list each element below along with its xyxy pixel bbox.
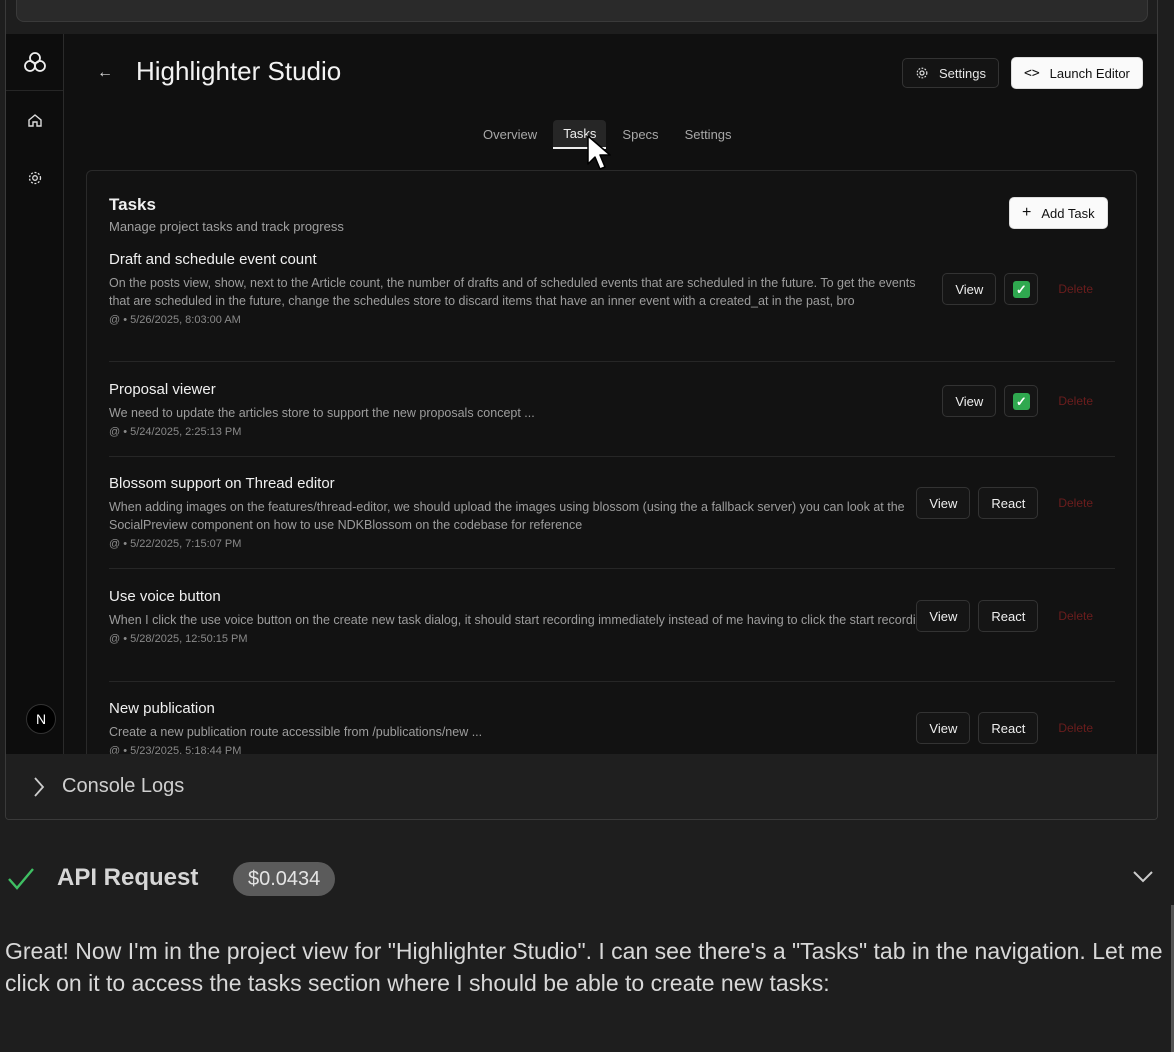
task-description: Create a new publication route accessibl… (109, 725, 483, 739)
task-meta: @ • 5/28/2025, 12:50:15 PM (109, 633, 248, 645)
add-task-button[interactable]: + Add Task (1009, 197, 1108, 229)
task-actions: View React Delete (916, 712, 1105, 744)
task-description: On the posts view, show, next to the Art… (109, 276, 916, 308)
tasks-card: Tasks Manage project tasks and track pro… (86, 170, 1137, 754)
rail-divider (6, 90, 63, 91)
task-item: Draft and schedule event count On the po… (109, 251, 1115, 326)
url-bar-strip (16, 0, 1148, 22)
task-item: New publication Create a new publication… (109, 700, 1115, 754)
task-description: We need to update the articles store to … (109, 406, 535, 420)
task-meta: @ • 5/22/2025, 7:15:07 PM (109, 538, 242, 550)
task-actions: View ✓ Delete (942, 385, 1105, 417)
react-button[interactable]: React (978, 712, 1039, 744)
code-icon: <> (1024, 65, 1040, 81)
checkmark-icon: ✓ (1012, 280, 1030, 298)
react-button[interactable]: React (978, 487, 1039, 519)
task-meta: @ • 5/24/2025, 2:25:13 PM (109, 426, 242, 438)
task-description: When I click the use voice button on the… (109, 613, 934, 627)
browser-screenshot-panel: N ← Highlighter Studio Settings <> Launc… (5, 0, 1158, 820)
page-title: Highlighter Studio (136, 56, 342, 86)
task-actions: View React Delete (916, 600, 1105, 632)
back-arrow-icon[interactable]: ← (97, 64, 113, 82)
user-avatar[interactable]: N (26, 704, 56, 734)
gear-icon[interactable] (27, 170, 43, 186)
view-button[interactable]: View (916, 600, 971, 632)
console-logs-label: Console Logs (62, 775, 185, 797)
view-button[interactable]: View (942, 385, 997, 417)
task-title: Draft and schedule event count (109, 251, 317, 268)
task-actions: View React Delete (916, 487, 1105, 519)
cost-badge: $0.0434 (233, 862, 336, 896)
plus-icon: + (1022, 204, 1032, 221)
view-button[interactable]: View (942, 273, 997, 305)
task-actions: View ✓ Delete (942, 273, 1105, 305)
console-logs-toggle[interactable]: Console Logs (6, 754, 1157, 819)
done-status-button[interactable]: ✓ (1004, 385, 1039, 417)
task-divider (109, 681, 1115, 682)
task-meta: @ • 5/23/2025, 5:18:44 PM (109, 745, 242, 754)
task-item: Use voice button When I click the use vo… (109, 588, 1115, 645)
delete-button[interactable]: Delete (1046, 496, 1105, 510)
delete-button[interactable]: Delete (1046, 282, 1105, 296)
check-icon (8, 868, 34, 890)
task-divider (109, 568, 1115, 569)
tab-settings[interactable]: Settings (675, 121, 742, 148)
app-screenshot: N ← Highlighter Studio Settings <> Launc… (6, 34, 1157, 754)
tab-overview[interactable]: Overview (473, 121, 547, 148)
view-button[interactable]: View (916, 487, 971, 519)
assistant-message: Great! Now I'm in the project view for "… (5, 938, 1163, 996)
chevron-right-icon (34, 777, 45, 797)
task-description: When adding images on the features/threa… (109, 500, 905, 532)
delete-button[interactable]: Delete (1046, 394, 1105, 408)
settings-button[interactable]: Settings (902, 58, 999, 88)
gear-icon (916, 67, 928, 79)
chevron-down-icon[interactable] (1132, 870, 1154, 884)
done-status-button[interactable]: ✓ (1004, 273, 1039, 305)
mouse-pointer-icon (587, 135, 611, 170)
checkmark-icon: ✓ (1012, 392, 1030, 410)
tab-specs[interactable]: Specs (612, 121, 668, 148)
delete-button[interactable]: Delete (1046, 609, 1105, 623)
delete-button[interactable]: Delete (1046, 721, 1105, 735)
home-icon[interactable] (27, 112, 43, 128)
settings-button-label: Settings (939, 65, 986, 81)
api-request-label: API Request (57, 864, 199, 891)
launch-editor-label: Launch Editor (1049, 65, 1130, 81)
task-divider (109, 456, 1115, 457)
view-button[interactable]: View (916, 712, 971, 744)
tasks-subtitle: Manage project tasks and track progress (109, 219, 344, 234)
task-item: Proposal viewer We need to update the ar… (109, 381, 1115, 438)
task-meta: @ • 5/26/2025, 8:03:00 AM (109, 314, 241, 326)
side-rail: N (6, 34, 64, 754)
task-divider (109, 361, 1115, 362)
task-item: Blossom support on Thread editor When ad… (109, 475, 1115, 550)
react-button[interactable]: React (978, 600, 1039, 632)
app-logo-icon (24, 52, 46, 72)
tasks-title: Tasks (109, 195, 156, 214)
add-task-label: Add Task (1041, 205, 1095, 221)
api-request-row[interactable]: API Request $0.0434 (0, 860, 1174, 900)
launch-editor-button[interactable]: <> Launch Editor (1011, 57, 1143, 89)
